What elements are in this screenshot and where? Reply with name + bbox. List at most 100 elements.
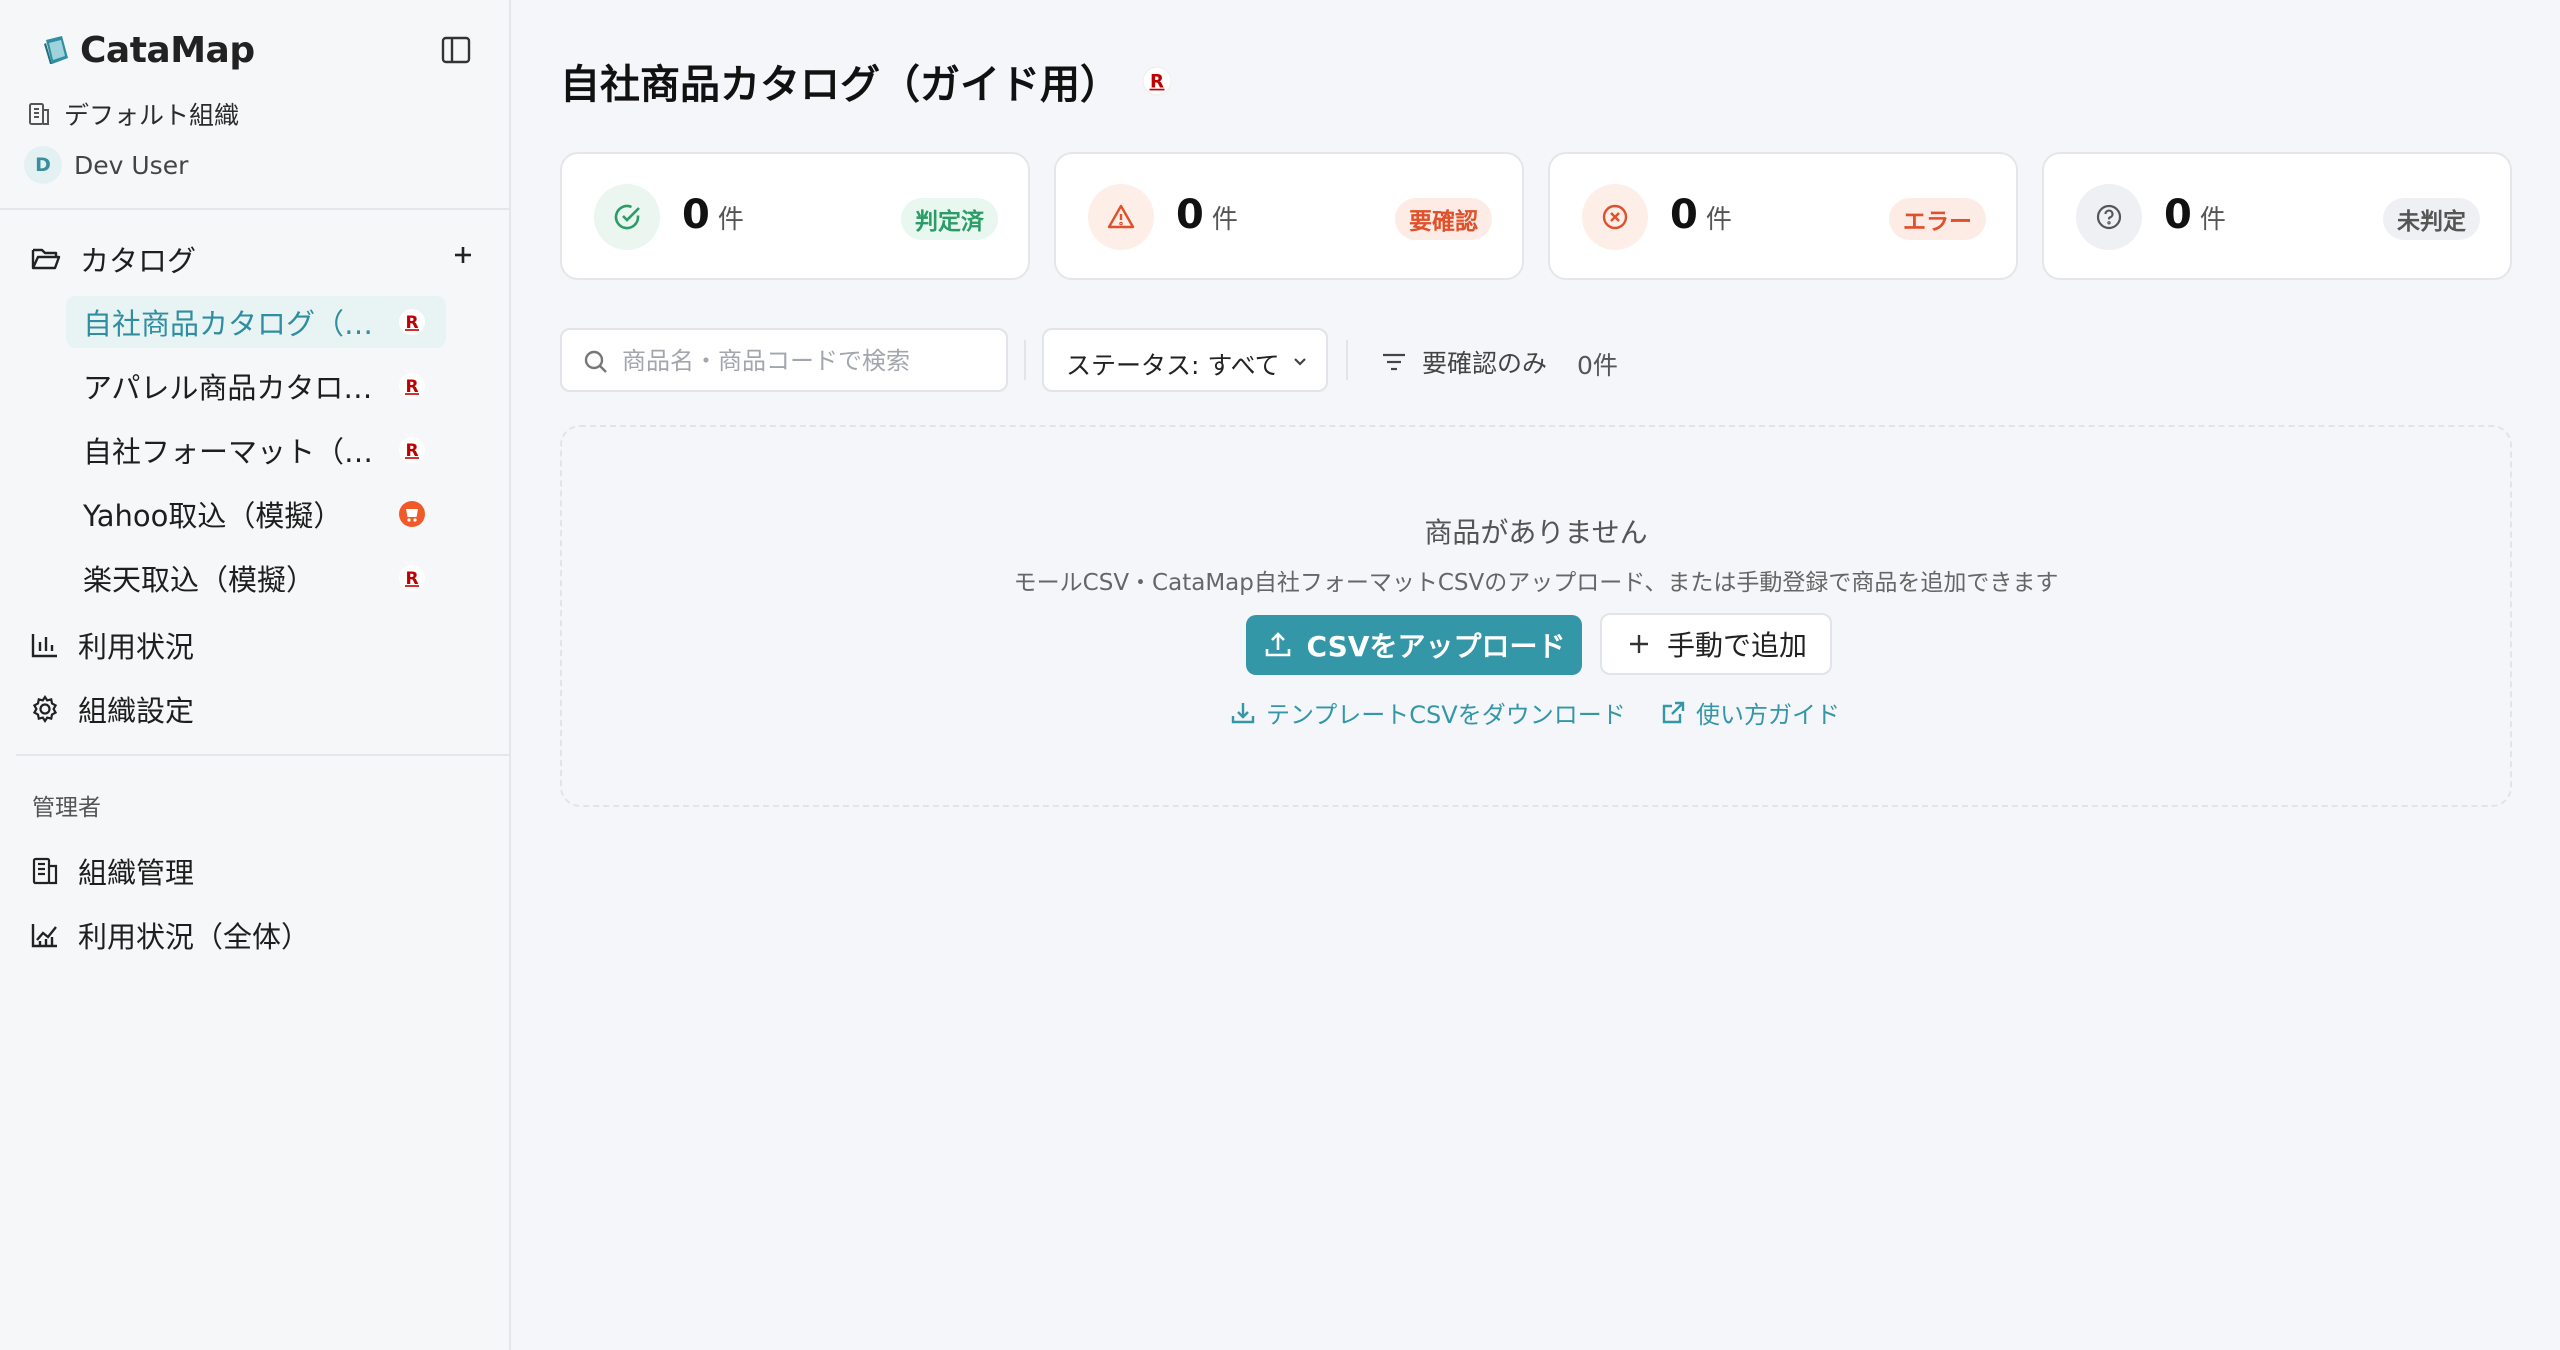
divider [0,208,511,210]
building-icon [29,103,49,125]
stat-card-judged[interactable]: 0 件 判定済 [560,152,1030,280]
rakuten-icon: R [399,309,425,335]
divider [1024,340,1026,380]
stat-unit: 件 [717,205,744,235]
nav-usage-all[interactable]: 利用状況（全体） [30,914,310,956]
usage-guide-link[interactable]: 使い方ガイド [1660,695,1840,730]
gear-icon [32,694,58,724]
divider [16,754,511,756]
folder-open-icon [31,248,61,270]
search-box [560,328,1008,392]
needs-review-filter-button[interactable]: 要確認のみ [1380,344,1547,380]
nav-org-settings-label: 組織設定 [78,694,195,728]
external-link-icon [1662,701,1685,723]
nav-org-settings[interactable]: 組織設定 [30,688,194,730]
stat-unit: 件 [2199,205,2226,235]
search-input[interactable] [622,340,992,382]
nav-catalogs[interactable]: カタログ [30,238,196,280]
nav-org-management-label: 組織管理 [78,856,195,890]
avatar: D [24,146,62,184]
upload-csv-label: CSVをアップロード [1306,630,1566,663]
sidebar-catalog-item[interactable]: 自社商品カタログ（… R [66,296,446,348]
chevron-down-icon [1294,358,1306,366]
rakuten-icon: R [399,437,425,463]
stat-count: 0 [1176,192,1204,238]
catalog-item-label: 自社フォーマット（… [83,435,374,469]
sidebar-catalog-item[interactable]: 楽天取込（模擬） R [66,552,446,604]
nav-usage-label: 利用状況 [78,630,195,664]
stat-card-error[interactable]: 0 件 エラー [1548,152,2018,280]
stat-count: 0 [2164,192,2192,238]
catalog-item-label: 自社商品カタログ（… [83,307,374,341]
catalog-item-label: 楽天取込（模擬） [83,563,316,597]
manual-add-label: 手動で追加 [1666,629,1807,662]
catalog-item-label: Yahoo取込（模擬） [83,499,343,533]
user-menu[interactable]: D Dev User [24,146,188,184]
sidebar-toggle-icon [441,36,471,64]
org-switcher[interactable]: デフォルト組織 [26,96,239,132]
filter-icon [1383,353,1405,371]
search-icon [584,350,607,373]
line-chart-icon [31,924,57,948]
stat-card-needs-review[interactable]: 0 件 要確認 [1054,152,1524,280]
stat-count: 0 [1670,192,1698,238]
admin-section-label: 管理者 [32,795,101,821]
brand-logo[interactable]: CataMap [40,30,255,71]
add-catalog-button[interactable] [448,240,478,270]
nav-usage-all-label: 利用状況（全体） [78,920,311,954]
status-badge: 要確認 [1395,198,1492,240]
sidebar: CataMap デフォルト組織 D Dev User カタログ 自社商品カタログ… [0,0,511,1350]
download-icon [1231,702,1255,723]
stat-value: 0 件 [682,192,744,238]
catamap-logo-icon [44,35,68,64]
needs-review-filter-label: 要確認のみ [1422,349,1548,378]
plus-icon [1629,635,1648,653]
upload-csv-button[interactable]: CSVをアップロード [1246,615,1582,675]
sidebar-catalog-item[interactable]: アパレル商品カタロ… R [66,360,446,412]
status-badge: エラー [1889,198,1986,240]
sidebar-catalog-item[interactable]: 自社フォーマット（… R [66,424,446,476]
stat-icon-wrap [594,184,660,250]
app-name: CataMap [80,30,255,71]
page-title: 自社商品カタログ（ガイド用） [560,62,1120,108]
stat-count: 0 [682,192,710,238]
empty-state: 商品がありません モールCSV・CataMap自社フォーマットCSVのアップロー… [560,425,2512,807]
stat-icon-wrap [1088,184,1154,250]
download-template-link[interactable]: テンプレートCSVをダウンロード [1230,695,1626,730]
stat-unit: 件 [1211,205,1238,235]
nav-usage[interactable]: 利用状況 [30,624,194,666]
download-template-label: テンプレートCSVをダウンロード [1266,701,1626,729]
nav-catalogs-label: カタログ [80,244,197,278]
usage-guide-label: 使い方ガイド [1696,701,1840,729]
stat-icon-wrap [1582,184,1648,250]
upload-icon [1265,632,1290,657]
stat-value: 0 件 [1176,192,1238,238]
status-badge: 未判定 [2383,198,2480,240]
bar-chart-icon [31,634,57,658]
manual-add-button[interactable]: 手動で追加 [1600,613,1832,675]
status-filter-value: ステータス: すべて [1066,351,1280,380]
empty-state-description: モールCSV・CataMap自社フォーマットCSVのアップロード、または手動登録… [1013,570,2059,596]
user-name: Dev User [74,150,189,180]
question-circle-icon [2096,204,2122,230]
rakuten-icon: R [399,565,425,591]
rakuten-icon: R [1142,66,1172,96]
yahoo-shopping-icon [399,501,425,527]
status-filter-select[interactable]: ステータス: すべて [1042,328,1328,392]
status-badge: 判定済 [901,198,998,240]
stat-icon-wrap [2076,184,2142,250]
stat-value: 0 件 [2164,192,2226,238]
building-icon [32,857,58,885]
sidebar-toggle-button[interactable] [440,34,476,70]
sidebar-catalog-item[interactable]: Yahoo取込（模擬） [66,488,446,540]
org-name: デフォルト組織 [64,101,240,130]
stat-unit: 件 [1705,205,1732,235]
stat-card-unjudged[interactable]: 0 件 未判定 [2042,152,2512,280]
x-circle-icon [1602,204,1628,230]
catalog-item-label: アパレル商品カタロ… [83,371,373,405]
divider [1346,340,1348,380]
nav-org-management[interactable]: 組織管理 [30,850,194,892]
stat-value: 0 件 [1670,192,1732,238]
empty-state-title: 商品がありません [1424,516,1648,549]
page-header: 自社商品カタログ（ガイド用） R [560,52,1172,110]
